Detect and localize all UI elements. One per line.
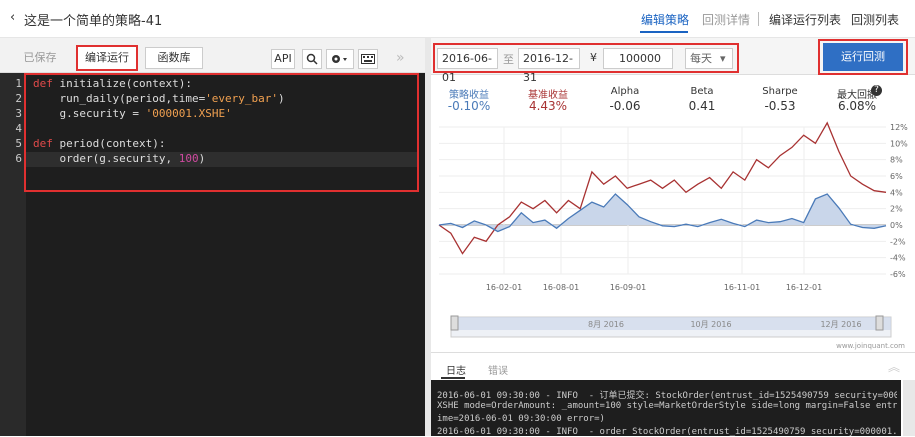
watermark: www.joinquant.com	[836, 342, 905, 350]
benchmark-line	[438, 121, 887, 255]
api-button[interactable]: API	[271, 49, 295, 69]
keyboard-icon[interactable]	[358, 49, 378, 69]
y-tick-label: 6%	[890, 172, 903, 181]
line-number: 3	[15, 107, 22, 120]
y-tick-label: 4%	[890, 188, 903, 197]
slider-label: 12月 2016	[820, 320, 861, 329]
stat-value: 6.08%	[837, 99, 877, 113]
collapse-up-icon[interactable]: ︽	[888, 358, 900, 375]
stat-label: Alpha	[610, 86, 640, 97]
active-tab-underline	[640, 31, 688, 33]
gear-icon[interactable]	[326, 49, 354, 69]
slider-label: 10月 2016	[690, 320, 731, 329]
y-tick-label: -6%	[890, 270, 906, 279]
y-tick-label: 12%	[890, 123, 908, 132]
nav-divider	[758, 12, 759, 26]
tab-error[interactable]: 错误	[488, 362, 508, 377]
log-tab-underline	[441, 377, 465, 379]
help-icon[interactable]: ?	[871, 85, 882, 96]
log-line: ime=2016-06-01 09:30:00 error=)	[437, 414, 605, 424]
back-icon[interactable]: ‹	[10, 10, 15, 25]
y-tick-label: 2%	[890, 205, 903, 214]
y-tick-label: -2%	[890, 237, 906, 246]
tab-backtest-detail[interactable]: 回测详情	[702, 11, 750, 28]
line-number: 5	[15, 137, 22, 150]
line-number: 1	[15, 77, 22, 90]
tab-compile-list[interactable]: 编译运行列表	[769, 11, 841, 28]
navigator-right-handle[interactable]	[875, 315, 884, 331]
collapse-icon[interactable]: »	[396, 50, 405, 66]
code-highlight-box	[24, 73, 419, 192]
line-number: 6	[15, 152, 22, 165]
stat-value: 4.43%	[528, 99, 568, 113]
tab-edit-strategy[interactable]: 编辑策略	[641, 11, 689, 28]
y-tick-label: 8%	[890, 156, 903, 165]
x-tick-label: 16-12-01	[786, 283, 822, 292]
log-scrollbar[interactable]	[903, 380, 915, 436]
stat-value: -0.53	[764, 99, 796, 113]
function-library-button[interactable]: 函数库	[145, 47, 203, 69]
y-tick-label: 10%	[890, 139, 908, 148]
x-tick-label: 16-02-01	[486, 283, 522, 292]
line-number: 4	[15, 122, 22, 135]
compile-run-button[interactable]: 编译运行	[76, 45, 138, 71]
tab-log[interactable]: 日志	[446, 362, 466, 377]
stat-value: -0.10%	[447, 99, 491, 113]
params-highlight-box	[433, 43, 739, 73]
x-tick-label: 16-09-01	[610, 283, 646, 292]
run-highlight-box	[818, 39, 908, 75]
stat-label: Sharpe	[762, 86, 798, 97]
log-line: XSHE mode=OrderAmount: _amount=100 style…	[437, 401, 897, 411]
returns-chart: 12% 10% 8% 6% 4% 2% 0% -2% -4% -6% 16-02-01 16-08-0…	[438, 121, 908, 350]
x-tick-label: 16-11-01	[724, 283, 760, 292]
log-line: 2016-06-01 09:30:00 - INFO - 订单已提交: Stoc…	[437, 391, 897, 401]
y-tick-label: -4%	[890, 254, 906, 263]
stat-value: -0.06	[609, 99, 641, 113]
y-tick-label: 0%	[890, 221, 903, 230]
page-title: 这是一个简单的策略-41	[24, 14, 163, 29]
stat-value: 0.41	[688, 99, 716, 113]
navigator-left-handle[interactable]	[450, 315, 459, 331]
search-icon[interactable]	[302, 49, 322, 69]
save-button[interactable]: 已保存	[9, 47, 71, 69]
line-number: 2	[15, 92, 22, 105]
stat-label: Beta	[690, 86, 714, 97]
tab-backtest-list[interactable]: 回测列表	[851, 11, 899, 28]
x-tick-label: 16-08-01	[543, 283, 579, 292]
slider-label: 8月 2016	[588, 320, 624, 329]
